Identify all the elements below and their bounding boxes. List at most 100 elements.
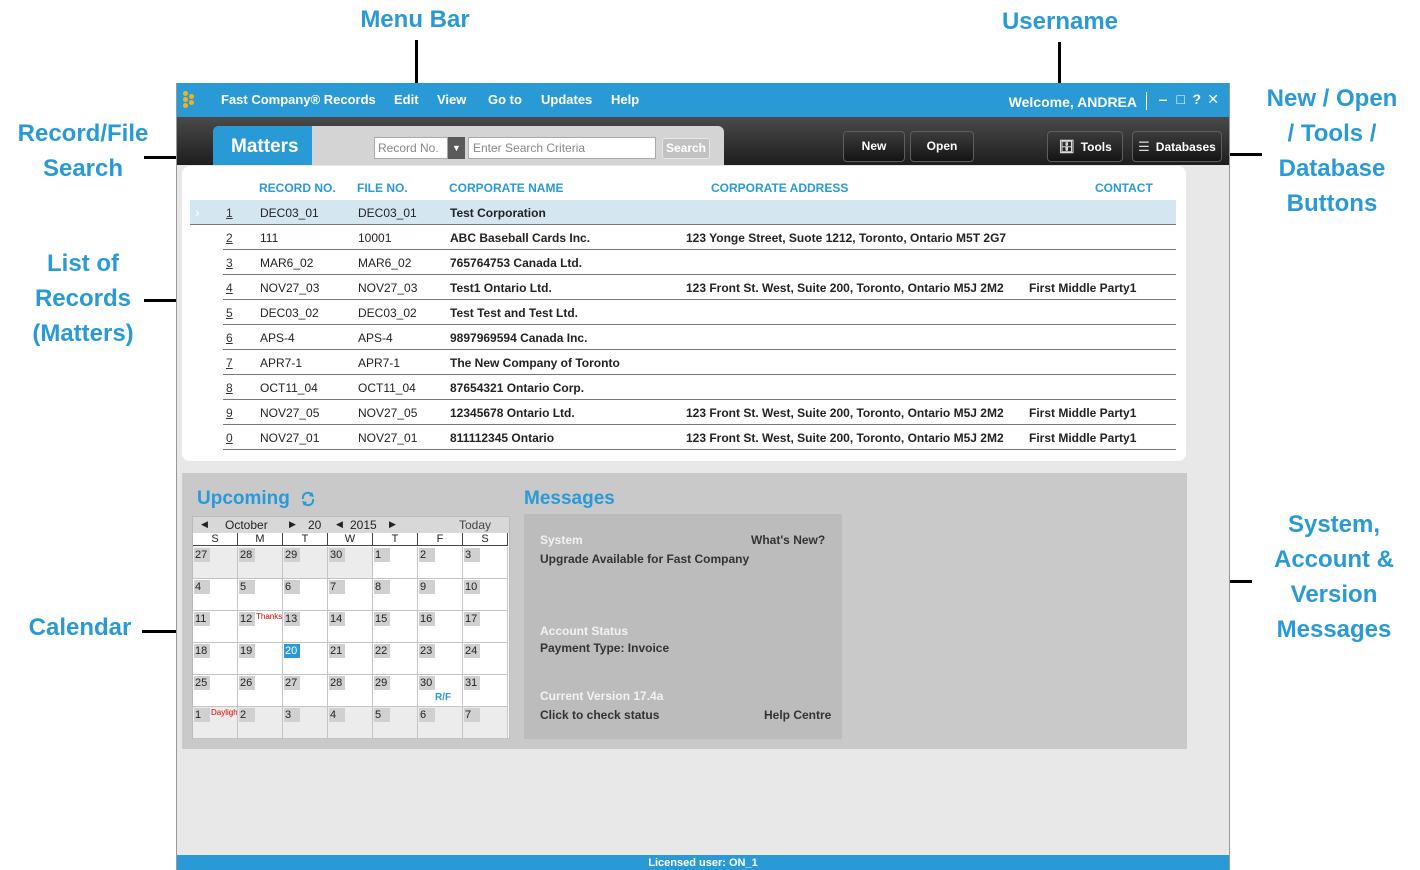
row-number-link[interactable]: 6 (226, 331, 233, 345)
calendar-day-cell[interactable]: 19 (238, 643, 283, 675)
calendar-event-thanksgiving[interactable]: Thanksgiving (256, 612, 282, 621)
table-row[interactable]: 9 NOV27_05 NOV27_05 12345678 Ontario Ltd. 12… (223, 400, 1176, 425)
column-header-contact[interactable]: CONTACT (1095, 181, 1153, 195)
calendar-day-cell[interactable]: 28 (328, 675, 373, 707)
calendar-day-cell[interactable]: 25 (193, 675, 238, 707)
calendar-day-cell[interactable]: 1Daylight (193, 707, 238, 739)
calendar-day-cell[interactable]: 30 R/F (418, 675, 463, 707)
record-type-dropdown-icon[interactable]: ▼ (448, 137, 465, 159)
search-criteria-input[interactable]: Enter Search Criteria (468, 137, 656, 159)
calendar-day-cell[interactable]: 10 (463, 579, 508, 611)
table-row[interactable]: › 1 DEC03_01 DEC03_01 Test Corporation (190, 200, 1176, 225)
prev-year-icon[interactable]: ◀ (336, 519, 343, 530)
calendar-event-daylight[interactable]: Daylight (211, 708, 237, 717)
table-row[interactable]: 7 APR7-1 APR7-1 The New Company of Toronto (223, 350, 1176, 375)
calendar-day-cell[interactable]: 22 (373, 643, 418, 675)
calendar-day-cell[interactable]: 6 (418, 707, 463, 739)
menu-app-title[interactable]: Fast Company® Records (221, 92, 376, 107)
search-button[interactable]: Search (662, 138, 710, 159)
calendar-day-cell[interactable]: 1 (373, 547, 418, 579)
upgrade-message[interactable]: Upgrade Available for Fast Company (540, 552, 749, 566)
calendar-day-cell[interactable]: 27 (283, 675, 328, 707)
row-number-link[interactable]: 9 (226, 406, 233, 420)
calendar-day-cell[interactable]: 7 (463, 707, 508, 739)
calendar-day-cell[interactable]: 2 (418, 547, 463, 579)
menu-go-to[interactable]: Go to (488, 92, 522, 107)
column-header-record-no[interactable]: RECORD NO. (259, 181, 336, 195)
calendar-day-cell[interactable]: 24 (463, 643, 508, 675)
open-button[interactable]: Open (910, 131, 974, 162)
calendar-day-cell[interactable]: 9 (418, 579, 463, 611)
maximize-icon[interactable]: □ (1177, 91, 1185, 107)
row-number-link[interactable]: 8 (226, 381, 233, 395)
calendar-day-cell[interactable]: 8 (373, 579, 418, 611)
row-number-link[interactable]: 3 (226, 256, 233, 270)
close-icon[interactable]: ✕ (1207, 91, 1219, 108)
calendar-day-cell[interactable]: 11 (193, 611, 238, 643)
minimize-icon[interactable]: ‒ (1159, 91, 1167, 107)
refresh-icon[interactable] (300, 491, 316, 507)
calendar-day-cell[interactable]: 3 (463, 547, 508, 579)
table-row[interactable]: 4 NOV27_03 NOV27_03 Test1 Ontario Ltd. 123 F… (223, 275, 1176, 300)
column-header-corporate-address[interactable]: CORPORATE ADDRESS (711, 181, 848, 195)
table-row[interactable]: 3 MAR6_02 MAR6_02 765764753 Canada Ltd. (223, 250, 1176, 275)
calendar-day-cell[interactable]: 4 (328, 707, 373, 739)
calendar-day-cell[interactable]: 13 (283, 611, 328, 643)
calendar-day-cell[interactable]: 2 (238, 707, 283, 739)
menu-view[interactable]: View (437, 92, 466, 107)
calendar-today-button[interactable]: Today (459, 518, 491, 532)
calendar-day-cell[interactable]: 5 (373, 707, 418, 739)
calendar-day-cell[interactable]: 23 (418, 643, 463, 675)
next-year-icon[interactable]: ▶ (389, 519, 396, 530)
new-button[interactable]: New (843, 131, 905, 162)
calendar-day-cell[interactable]: 12Thanksgiving (238, 611, 283, 643)
calendar-day-cell[interactable]: 29 (283, 547, 328, 579)
calendar-day-cell[interactable]: 21 (328, 643, 373, 675)
account-status-label: Account Status (540, 624, 629, 638)
row-number-link[interactable]: 1 (226, 206, 233, 220)
row-number-link[interactable]: 7 (226, 356, 233, 370)
row-number-link[interactable]: 4 (226, 281, 233, 295)
help-icon[interactable]: ? (1192, 91, 1201, 107)
calendar-day-cell[interactable]: 27 (193, 547, 238, 579)
calendar-day-cell[interactable]: 7 (328, 579, 373, 611)
next-month-icon[interactable]: ▶ (289, 519, 296, 530)
menu-updates[interactable]: Updates (541, 92, 592, 107)
table-row[interactable]: 5 DEC03_02 DEC03_02 Test Test and Test Ltd. (223, 300, 1176, 325)
calendar-day-cell[interactable]: 14 (328, 611, 373, 643)
calendar-day-cell[interactable]: 3 (283, 707, 328, 739)
calendar-day-cell[interactable]: 5 (238, 579, 283, 611)
calendar-day-cell[interactable]: 4 (193, 579, 238, 611)
calendar-day-cell[interactable]: 30 (328, 547, 373, 579)
calendar-day-cell[interactable]: 6 (283, 579, 328, 611)
calendar-day-cell[interactable]: 28 (238, 547, 283, 579)
row-number-link[interactable]: 2 (226, 231, 233, 245)
calendar-day-cell[interactable]: 18 (193, 643, 238, 675)
row-number-link[interactable]: 0 (226, 431, 233, 445)
menu-edit[interactable]: Edit (394, 92, 419, 107)
calendar-day-cell[interactable]: 17 (463, 611, 508, 643)
calendar-day-cell[interactable]: 29 (373, 675, 418, 707)
calendar-day-cell[interactable]: 31 (463, 675, 508, 707)
menu-help[interactable]: Help (611, 92, 639, 107)
record-number-input[interactable]: Record No. (374, 137, 448, 159)
calendar-day-cell[interactable]: 20 (283, 643, 328, 675)
prev-month-icon[interactable]: ◀ (201, 519, 208, 530)
column-header-file-no[interactable]: FILE NO. (357, 181, 408, 195)
help-centre-link[interactable]: Help Centre (764, 708, 831, 722)
tools-button[interactable]: 🗄 Tools (1047, 131, 1123, 162)
calendar-day-cell[interactable]: 26 (238, 675, 283, 707)
check-status-link[interactable]: Click to check status (540, 708, 659, 722)
databases-button[interactable]: ☰ Databases (1132, 131, 1222, 162)
table-row[interactable]: 6 APS-4 APS-4 9897969594 Canada Inc. (223, 325, 1176, 350)
column-header-corporate-name[interactable]: CORPORATE NAME (449, 181, 563, 195)
table-row[interactable]: 0 NOV27_01 NOV27_01 811112345 Ontario 123 Fr… (223, 425, 1176, 450)
whats-new-link[interactable]: What's New? (751, 533, 825, 547)
row-number-link[interactable]: 5 (226, 306, 233, 320)
table-row[interactable]: 2 111 10001 ABC Baseball Cards Inc. 123 Yong… (223, 225, 1176, 250)
calendar-day-cell[interactable]: 15 (373, 611, 418, 643)
calendar-day-cell[interactable]: 16 (418, 611, 463, 643)
table-row[interactable]: 8 OCT11_04 OCT11_04 87654321 Ontario Corp. (223, 375, 1176, 400)
calendar-event-rf[interactable]: R/F (435, 692, 451, 703)
tab-matters[interactable]: Matters (213, 126, 312, 165)
